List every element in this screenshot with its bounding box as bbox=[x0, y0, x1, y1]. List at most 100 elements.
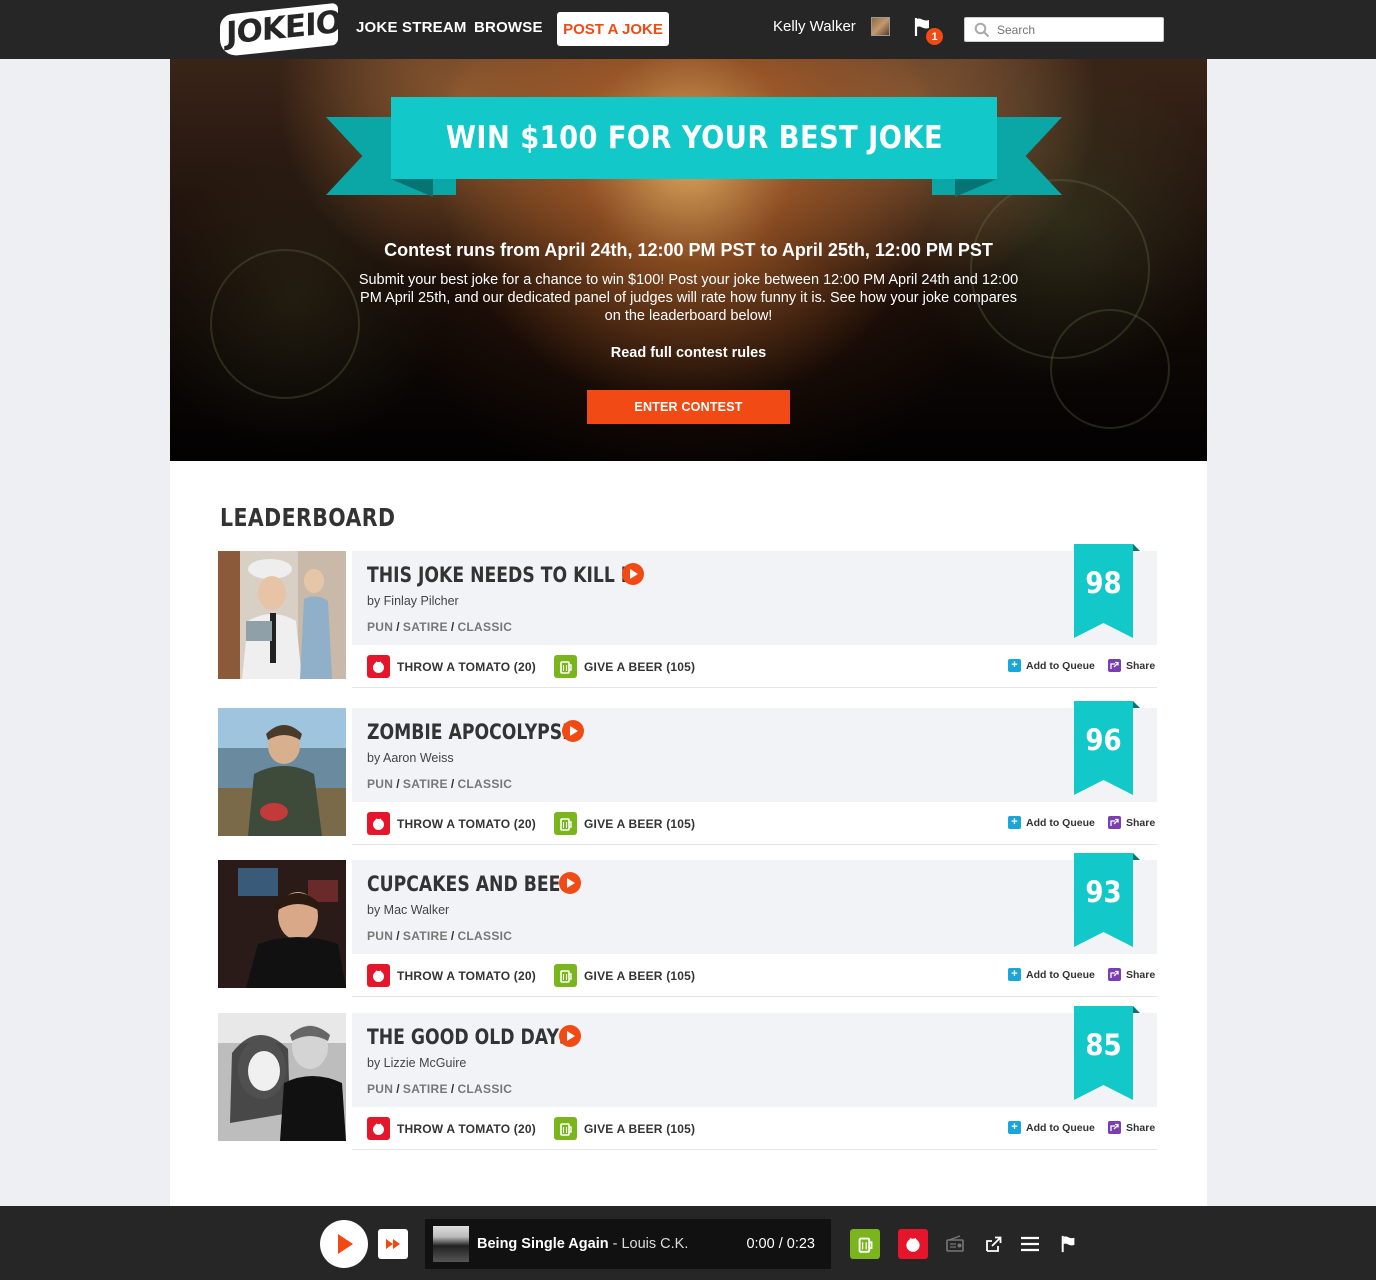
give-beer-button[interactable]: GIVE A BEER (105) bbox=[554, 655, 695, 678]
joke-card[interactable]: ZOMBIE APOCOLYPSE by Aaron Weiss PUN / SAT… bbox=[352, 708, 1157, 802]
joke-actions: THROW A TOMATO (20) GIVE A BEER (105) + … bbox=[352, 802, 1157, 845]
plus-icon: + bbox=[1008, 659, 1021, 672]
beer-icon bbox=[554, 812, 577, 835]
menu-icon bbox=[1021, 1236, 1039, 1252]
leaderboard-entry: CUPCAKES AND BEER by Mac Walker PUN / SATI… bbox=[218, 853, 1157, 998]
post-a-joke-button[interactable]: POST A JOKE bbox=[557, 12, 669, 46]
notification-badge: 1 bbox=[926, 28, 943, 45]
search-icon bbox=[974, 22, 990, 38]
queue-list-button[interactable] bbox=[1015, 1229, 1045, 1259]
player-beer-button[interactable] bbox=[850, 1229, 880, 1259]
playback-time: 0:00 / 0:23 bbox=[746, 1236, 815, 1252]
joke-title[interactable]: THE GOOD OLD DAYS bbox=[367, 1025, 571, 1049]
score-value: 93 bbox=[1085, 875, 1122, 909]
tag-link[interactable]: PUN bbox=[367, 1082, 393, 1096]
share-button[interactable]: Share bbox=[1108, 659, 1155, 672]
play-icon[interactable] bbox=[622, 563, 644, 585]
joke-card[interactable]: CUPCAKES AND BEER by Mac Walker PUN / SATI… bbox=[352, 860, 1157, 954]
contest-rules-link[interactable]: Read full contest rules bbox=[170, 345, 1207, 361]
throw-tomato-button[interactable]: THROW A TOMATO (20) bbox=[367, 655, 536, 678]
add-to-queue-button[interactable]: + Add to Queue bbox=[1008, 1121, 1095, 1134]
give-beer-button[interactable]: GIVE A BEER (105) bbox=[554, 1117, 695, 1140]
tomato-icon bbox=[367, 1117, 390, 1140]
avatar[interactable] bbox=[871, 17, 890, 36]
joke-thumbnail[interactable] bbox=[218, 551, 346, 679]
tag-link[interactable]: CLASSIC bbox=[457, 777, 512, 791]
give-beer-button[interactable]: GIVE A BEER (105) bbox=[554, 812, 695, 835]
tomato-icon bbox=[906, 1237, 920, 1252]
nav-link-joke-stream[interactable]: JOKE STREAM bbox=[356, 19, 467, 36]
tag-link[interactable]: SATIRE bbox=[403, 620, 448, 634]
score-value: 85 bbox=[1085, 1028, 1122, 1062]
tag-link[interactable]: PUN bbox=[367, 777, 393, 791]
joke-card[interactable]: THE GOOD OLD DAYS by Lizzie McGuire PUN /… bbox=[352, 1013, 1157, 1107]
tag-link[interactable]: PUN bbox=[367, 620, 393, 634]
leaderboard-entry: THE GOOD OLD DAYS by Lizzie McGuire PUN /… bbox=[218, 1006, 1157, 1151]
joke-actions: THROW A TOMATO (20) GIVE A BEER (105) + … bbox=[352, 645, 1157, 688]
play-icon[interactable] bbox=[559, 1025, 581, 1047]
tag-link[interactable]: PUN bbox=[367, 929, 393, 943]
tag-link[interactable]: CLASSIC bbox=[457, 929, 512, 943]
search-box[interactable] bbox=[964, 17, 1164, 42]
share-button[interactable]: Share bbox=[1108, 1121, 1155, 1134]
report-button[interactable] bbox=[1054, 1229, 1084, 1259]
joke-title[interactable]: ZOMBIE APOCOLYPSE bbox=[367, 720, 574, 744]
radio-button[interactable] bbox=[940, 1229, 970, 1259]
joke-title[interactable]: CUPCAKES AND BEER bbox=[367, 872, 574, 896]
joke-author[interactable]: by Aaron Weiss bbox=[367, 751, 454, 765]
notifications-button[interactable]: 1 bbox=[913, 17, 943, 47]
add-to-queue-button[interactable]: + Add to Queue bbox=[1008, 659, 1095, 672]
give-beer-button[interactable]: GIVE A BEER (105) bbox=[554, 964, 695, 987]
play-icon[interactable] bbox=[562, 720, 584, 742]
fast-forward-button[interactable] bbox=[378, 1229, 408, 1259]
track-artist: - Louis C.K. bbox=[612, 1236, 689, 1252]
tomato-icon bbox=[367, 964, 390, 987]
radio-icon bbox=[946, 1235, 964, 1252]
player-tomato-button[interactable] bbox=[898, 1229, 928, 1259]
add-to-queue-button[interactable]: + Add to Queue bbox=[1008, 816, 1095, 829]
joke-author[interactable]: by Lizzie McGuire bbox=[367, 1056, 466, 1070]
contest-dates: Contest runs from April 24th, 12:00 PM P… bbox=[384, 240, 993, 260]
tag-link[interactable]: CLASSIC bbox=[457, 620, 512, 634]
search-input[interactable] bbox=[997, 21, 1157, 39]
now-playing-track[interactable]: Being Single Again - Louis C.K. bbox=[477, 1236, 688, 1252]
joke-title[interactable]: THIS JOKE NEEDS TO KILL IT bbox=[367, 563, 639, 587]
joke-thumbnail[interactable] bbox=[218, 1013, 346, 1141]
leaderboard-entry: THIS JOKE NEEDS TO KILL IT by Finlay Pil… bbox=[218, 544, 1157, 689]
banner-title: WIN $100 FOR YOUR BEST JOKE bbox=[445, 120, 943, 156]
user-name[interactable]: Kelly Walker bbox=[773, 18, 856, 35]
nav-link-browse[interactable]: BROWSE bbox=[474, 19, 543, 36]
tag-link[interactable]: SATIRE bbox=[403, 929, 448, 943]
share-icon bbox=[1108, 659, 1121, 672]
tag-link[interactable]: SATIRE bbox=[403, 777, 448, 791]
share-icon bbox=[1108, 1121, 1121, 1134]
contest-hero: WIN $100 FOR YOUR BEST JOKE Contest runs… bbox=[170, 59, 1207, 461]
plus-icon: + bbox=[1008, 816, 1021, 829]
share-button[interactable]: Share bbox=[1108, 968, 1155, 981]
score-value: 96 bbox=[1085, 723, 1122, 757]
player-share-button[interactable] bbox=[979, 1229, 1009, 1259]
tomato-icon bbox=[367, 812, 390, 835]
joke-thumbnail[interactable] bbox=[218, 860, 346, 988]
joke-thumbnail[interactable] bbox=[218, 708, 346, 836]
joke-author[interactable]: by Mac Walker bbox=[367, 903, 449, 917]
plus-icon: + bbox=[1008, 968, 1021, 981]
tag-link[interactable]: SATIRE bbox=[403, 1082, 448, 1096]
joke-author[interactable]: by Finlay Pilcher bbox=[367, 594, 459, 608]
play-button[interactable] bbox=[320, 1220, 368, 1268]
enter-contest-button[interactable]: ENTER CONTEST bbox=[587, 390, 790, 424]
joke-tags: PUN / SATIRE / CLASSIC bbox=[367, 1082, 513, 1096]
play-icon[interactable] bbox=[559, 872, 581, 894]
contest-description: Submit your best joke for a chance to wi… bbox=[358, 272, 1019, 324]
tag-link[interactable]: CLASSIC bbox=[457, 1082, 512, 1096]
joke-card[interactable]: THIS JOKE NEEDS TO KILL IT by Finlay Pil… bbox=[352, 551, 1157, 645]
throw-tomato-button[interactable]: THROW A TOMATO (20) bbox=[367, 812, 536, 835]
audio-player: Being Single Again - Louis C.K. 0:00 / 0… bbox=[0, 1206, 1376, 1280]
jokeio-logo[interactable]: JOKEIO bbox=[220, 2, 341, 58]
tomato-icon bbox=[367, 655, 390, 678]
throw-tomato-button[interactable]: THROW A TOMATO (20) bbox=[367, 964, 536, 987]
throw-tomato-button[interactable]: THROW A TOMATO (20) bbox=[367, 1117, 536, 1140]
share-button[interactable]: Share bbox=[1108, 816, 1155, 829]
joke-tags: PUN / SATIRE / CLASSIC bbox=[367, 620, 513, 634]
add-to-queue-button[interactable]: + Add to Queue bbox=[1008, 968, 1095, 981]
